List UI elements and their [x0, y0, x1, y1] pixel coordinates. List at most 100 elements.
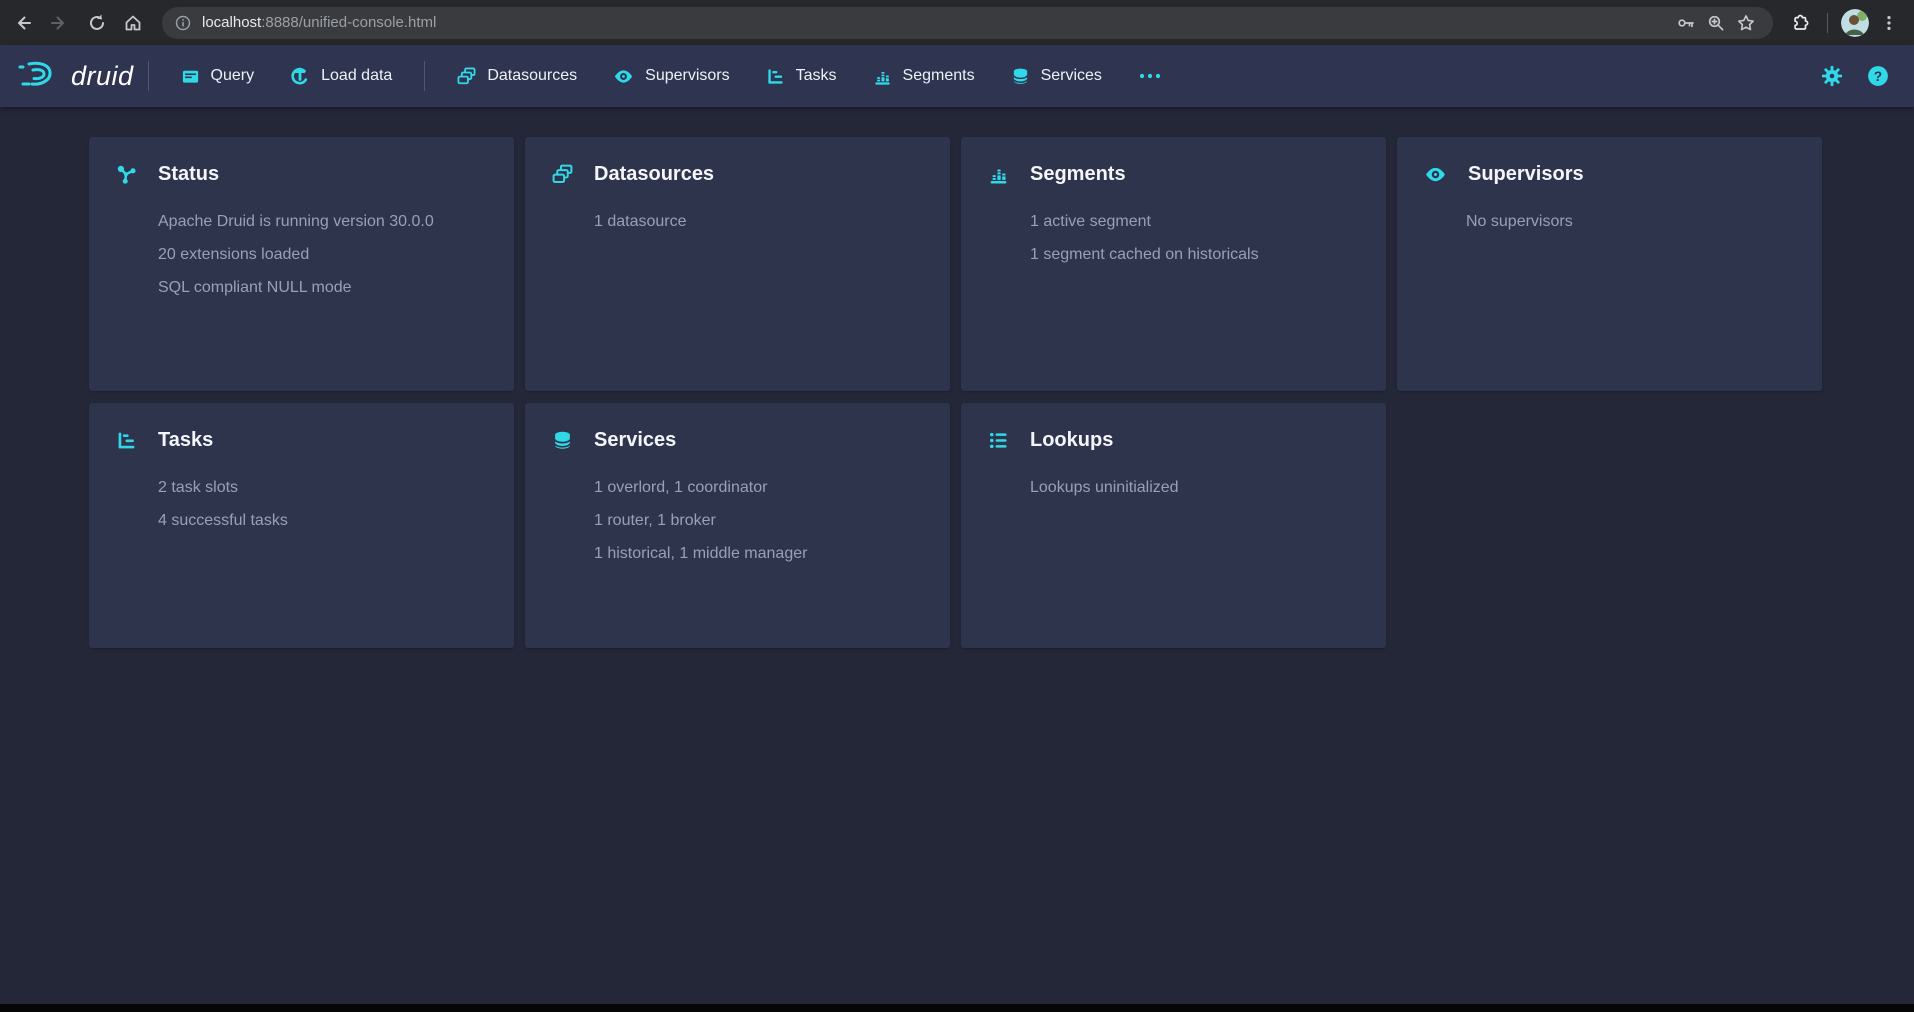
nav-item-label: Segments — [903, 67, 975, 85]
card-line: No supervisors — [1466, 205, 1795, 238]
nav-item-label: Services — [1041, 67, 1102, 85]
browser-toolbar: localhost:8888/unified-console.html — [0, 0, 1914, 45]
password-manager-button[interactable] — [1671, 8, 1701, 38]
datasources-card[interactable]: Datasources 1 datasource — [525, 137, 950, 391]
card-line: 1 segment cached on historicals — [1030, 238, 1359, 271]
card-title: Supervisors — [1468, 163, 1584, 186]
nav-item-services[interactable]: Services — [993, 45, 1120, 107]
druid-navbar: druid Query Load data Datasources — [0, 45, 1914, 107]
card-title: Lookups — [1030, 429, 1113, 452]
browser-forward-button[interactable] — [42, 6, 76, 40]
card-line: 20 extensions loaded — [158, 238, 487, 271]
card-body: 1 active segment 1 segment cached on his… — [1030, 205, 1359, 271]
browser-reload-button[interactable] — [80, 6, 114, 40]
card-line: Lookups uninitialized — [1030, 471, 1359, 504]
query-application-icon — [181, 67, 200, 86]
toolbar-right-cluster — [1783, 6, 1906, 40]
tasks-gantt-icon — [116, 430, 137, 451]
tasks-card[interactable]: Tasks 2 task slots 4 successful tasks — [89, 403, 514, 648]
profile-button[interactable] — [1838, 6, 1872, 40]
url-path: :8888/unified-console.html — [261, 14, 436, 31]
card-header: Status — [116, 163, 487, 186]
bookmark-button[interactable] — [1731, 8, 1761, 38]
druid-logo-icon — [16, 56, 62, 96]
card-body: No supervisors — [1466, 205, 1795, 238]
extensions-button[interactable] — [1783, 6, 1817, 40]
card-title: Datasources — [594, 163, 714, 186]
navbar-right-cluster: ? — [1814, 58, 1896, 94]
status-card[interactable]: Status Apache Druid is running version 3… — [89, 137, 514, 391]
browser-menu-button[interactable] — [1872, 6, 1906, 40]
help-button[interactable]: ? — [1860, 58, 1896, 94]
key-icon — [1676, 13, 1696, 33]
card-title: Services — [594, 429, 676, 452]
nav-item-load-data[interactable]: Load data — [272, 45, 410, 107]
nav-item-label: Supervisors — [645, 67, 729, 85]
nav-item-label: Query — [211, 67, 255, 85]
card-title: Segments — [1030, 163, 1126, 186]
nav-item-tasks[interactable]: Tasks — [748, 45, 855, 107]
extensions-puzzle-icon — [1790, 13, 1810, 33]
nav-item-segments[interactable]: Segments — [855, 45, 993, 107]
supervisors-card[interactable]: Supervisors No supervisors — [1397, 137, 1822, 391]
card-body: Lookups uninitialized — [1030, 471, 1359, 504]
services-database-icon — [552, 430, 573, 451]
lookups-list-icon — [988, 430, 1009, 451]
card-header: Tasks — [116, 429, 487, 452]
browser-back-button[interactable] — [6, 6, 40, 40]
settings-button[interactable] — [1814, 58, 1850, 94]
gear-icon — [1821, 65, 1843, 87]
navbar-separator — [148, 61, 149, 91]
card-grid: Status Apache Druid is running version 3… — [89, 137, 1914, 648]
profile-avatar — [1841, 9, 1869, 37]
browser-home-button[interactable] — [116, 6, 150, 40]
page-info-icon[interactable] — [174, 14, 192, 32]
zoom-in-icon — [1706, 13, 1726, 33]
card-title: Tasks — [158, 429, 213, 452]
url-text: localhost:8888/unified-console.html — [202, 14, 436, 31]
lookups-card[interactable]: Lookups Lookups uninitialized — [961, 403, 1386, 648]
segments-card[interactable]: Segments 1 active segment 1 segment cach… — [961, 137, 1386, 391]
url-bar[interactable]: localhost:8888/unified-console.html — [162, 7, 1773, 39]
nav-item-label: Datasources — [487, 67, 577, 85]
card-line: 1 router, 1 broker — [594, 504, 923, 537]
nav-item-label: Load data — [321, 67, 392, 85]
more-menu-button[interactable] — [1120, 45, 1180, 107]
card-line: 1 datasource — [594, 205, 923, 238]
card-line: 2 task slots — [158, 471, 487, 504]
forward-arrow-icon — [49, 13, 69, 33]
card-body: Apache Druid is running version 30.0.0 2… — [158, 205, 487, 304]
nav-item-supervisors[interactable]: Supervisors — [595, 45, 747, 107]
segments-bars-icon — [873, 67, 892, 86]
eye-icon — [1424, 163, 1447, 186]
zoom-page-button[interactable] — [1701, 8, 1731, 38]
card-body: 2 task slots 4 successful tasks — [158, 471, 487, 537]
druid-brand[interactable]: druid — [16, 56, 134, 96]
reload-icon — [87, 13, 107, 33]
card-line: 4 successful tasks — [158, 504, 487, 537]
datasources-stack-icon — [552, 164, 573, 185]
svg-text:?: ? — [1874, 69, 1882, 84]
eye-icon — [613, 66, 634, 87]
nav-item-datasources[interactable]: Datasources — [439, 45, 595, 107]
kebab-menu-icon — [1880, 14, 1898, 32]
card-header: Supervisors — [1424, 163, 1795, 186]
services-database-icon — [1011, 67, 1030, 86]
back-arrow-icon — [13, 13, 33, 33]
star-icon — [1736, 13, 1756, 33]
services-card[interactable]: Services 1 overlord, 1 coordinator 1 rou… — [525, 403, 950, 648]
help-icon: ? — [1867, 65, 1889, 87]
card-line: 1 active segment — [1030, 205, 1359, 238]
tasks-gantt-icon — [766, 67, 785, 86]
card-line: Apache Druid is running version 30.0.0 — [158, 205, 487, 238]
home-icon — [123, 13, 143, 33]
datasources-stack-icon — [457, 67, 476, 86]
navbar-separator — [424, 61, 425, 91]
card-line: SQL compliant NULL mode — [158, 271, 487, 304]
segments-bars-icon — [988, 164, 1009, 185]
card-header: Segments — [988, 163, 1359, 186]
card-line: 1 overlord, 1 coordinator — [594, 471, 923, 504]
card-header: Services — [552, 429, 923, 452]
nav-item-query[interactable]: Query — [163, 45, 273, 107]
bottom-strip — [0, 1004, 1914, 1012]
